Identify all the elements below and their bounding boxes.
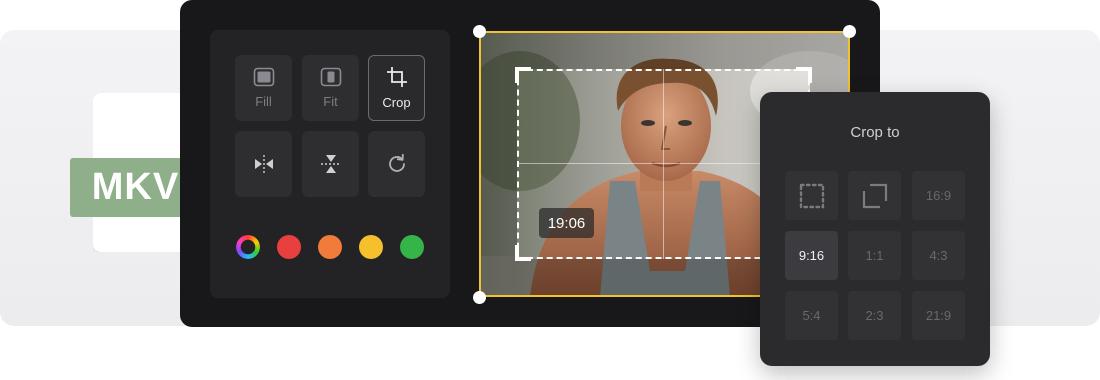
flip-vertical-button[interactable]	[302, 131, 359, 197]
timestamp-badge: 19:06	[539, 208, 594, 238]
ratio-16-9[interactable]: 16:9	[912, 171, 965, 220]
ratio-1-1[interactable]: 1:1	[848, 231, 901, 280]
crop-button[interactable]: Crop	[368, 55, 425, 121]
rotate-button[interactable]	[368, 131, 425, 197]
ratio-4-3[interactable]: 4:3	[912, 231, 965, 280]
resize-handle-top-left[interactable]	[473, 25, 486, 38]
fill-button[interactable]: Fill	[235, 55, 292, 121]
crop-corner-bottom-left[interactable]	[515, 245, 531, 261]
fit-button[interactable]: Fit	[302, 55, 359, 121]
ratio-5-4[interactable]: 5:4	[785, 291, 838, 340]
stage: MKV Fill Fit Crop 19:06 Crop to 16:9 9:1…	[0, 0, 1100, 380]
swatch-green[interactable]	[400, 235, 424, 259]
swatch-red[interactable]	[277, 235, 301, 259]
fill-label: Fill	[255, 94, 272, 109]
ratio-free-crop[interactable]	[785, 171, 838, 220]
ratio-2-3[interactable]: 2:3	[848, 291, 901, 340]
color-wheel-icon[interactable]	[236, 235, 260, 259]
crop-label: Crop	[382, 95, 411, 110]
flip-vertical-icon	[320, 155, 341, 173]
flip-horizontal-button[interactable]	[235, 131, 292, 197]
crop-grid-line-vertical	[663, 69, 664, 259]
crop-corner-top-right[interactable]	[796, 67, 812, 83]
swatch-orange[interactable]	[318, 235, 342, 259]
resize-handle-top-right[interactable]	[843, 25, 856, 38]
fill-icon	[253, 67, 274, 87]
swatch-yellow[interactable]	[359, 235, 383, 259]
fit-icon	[320, 67, 341, 87]
ratio-original[interactable]	[848, 171, 901, 220]
crop-panel-title: Crop to	[850, 124, 900, 141]
ratio-21-9[interactable]: 21:9	[912, 291, 965, 340]
crop-icon	[386, 67, 407, 87]
crop-corner-top-left[interactable]	[515, 67, 531, 83]
rotate-icon	[388, 153, 405, 172]
fit-label: Fit	[323, 94, 338, 109]
flip-horizontal-icon	[254, 155, 273, 173]
ratio-9-16[interactable]: 9:16	[785, 231, 838, 280]
original-icon	[862, 183, 887, 208]
free-crop-icon	[799, 183, 824, 208]
resize-handle-bottom-left[interactable]	[473, 291, 486, 304]
